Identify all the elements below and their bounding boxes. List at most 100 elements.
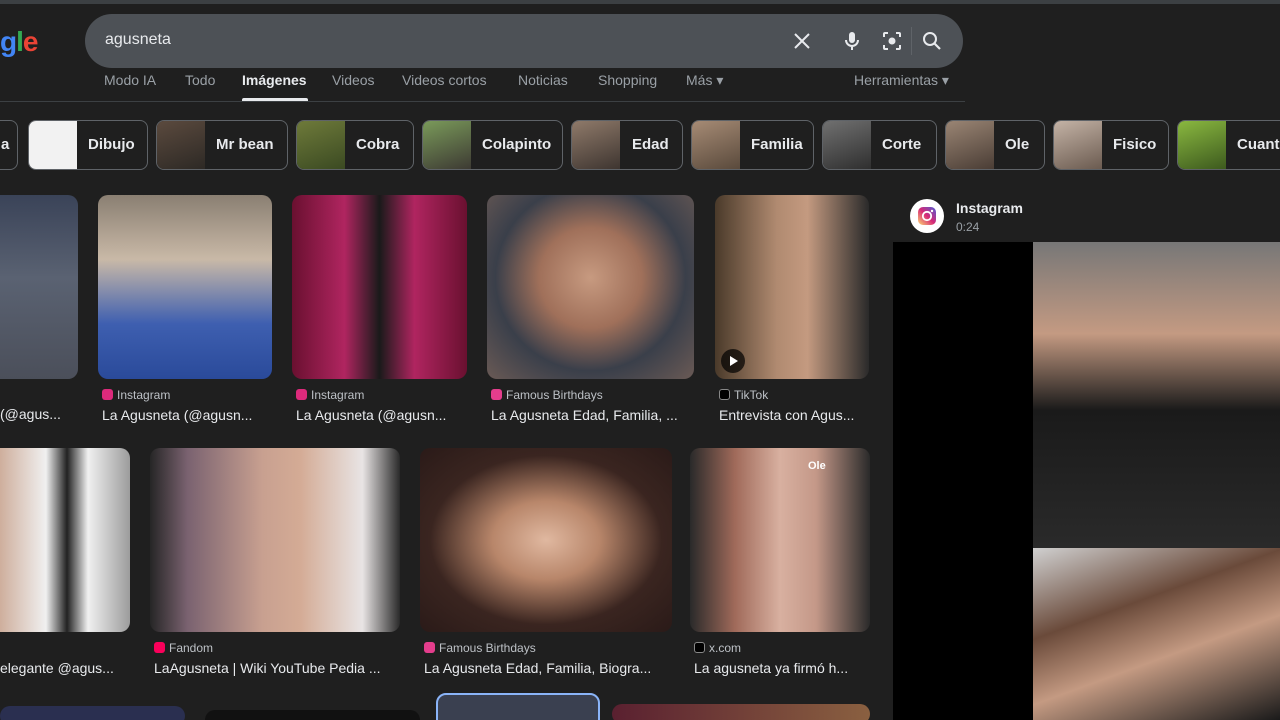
result-title[interactable]: La Agusneta Edad, Familia, Biogra... [424,660,651,676]
result-source: Famous Birthdays [491,388,603,402]
instagram-icon [102,389,113,400]
result-title[interactable]: La Agusneta (@agusn... [296,407,446,423]
tiktok-icon [719,389,730,400]
tools-button[interactable]: Herramientas ▾ [854,72,949,89]
tab-videos-cortos[interactable]: Videos cortos [402,72,487,88]
result-source: x.com [694,641,741,655]
result-image[interactable] [205,710,420,720]
result-image[interactable] [98,195,272,379]
result-title[interactable]: La Agusneta (@agusn... [102,407,252,423]
search-bar[interactable]: agusneta [85,14,963,68]
close-icon[interactable] [790,29,814,53]
instagram-icon [918,207,936,225]
result-title[interactable]: La Agusneta Edad, Familia, ... [491,407,678,423]
chip-thumbnail [946,121,994,169]
chip-thumbnail [297,121,345,169]
instagram-icon [296,389,307,400]
result-title[interactable]: (@agus... [0,406,61,422]
chip-edad[interactable]: Edad [571,120,683,170]
result-card[interactable]: (@agus... [0,195,78,425]
google-logo[interactable]: gle [0,26,38,58]
chip-thumbnail [157,121,205,169]
chip-fisico[interactable]: Fisico [1053,120,1169,170]
result-image[interactable] [0,195,78,379]
result-card[interactable]: TikTok Entrevista con Agus... [715,195,869,425]
result-card[interactable]: Instagram La Agusneta (@agusn... [98,195,272,425]
result-card-selected[interactable] [436,693,600,720]
tab-imagenes[interactable]: Imágenes [242,72,307,88]
chip-thumbnail [823,121,871,169]
result-card[interactable] [0,706,185,720]
search-tabs: Modo IA Todo Imágenes Videos Videos cort… [0,68,965,102]
result-image[interactable] [715,195,869,379]
lens-icon[interactable] [880,29,904,53]
source-name[interactable]: Instagram [956,200,1023,216]
tabs-divider [0,101,965,102]
result-card[interactable] [612,704,870,720]
fandom-icon [154,642,165,653]
chip-cuanto[interactable]: Cuanto [1177,120,1280,170]
result-image[interactable] [612,704,870,720]
result-card[interactable]: elegante @agus... [0,448,130,680]
tab-videos[interactable]: Videos [332,72,375,88]
result-image[interactable] [0,448,130,632]
result-title[interactable]: Entrevista con Agus... [719,407,854,423]
result-image[interactable] [487,195,694,379]
source-avatar[interactable] [910,199,944,233]
play-icon [721,349,745,373]
result-image[interactable] [436,693,600,720]
result-card[interactable] [205,710,420,720]
video-preview[interactable] [893,242,1280,720]
chip-partial[interactable]: a [0,120,18,170]
mic-icon[interactable] [840,29,864,53]
result-image[interactable] [0,706,185,720]
result-card[interactable]: Famous Birthdays La Agusneta Edad, Famil… [487,195,694,425]
chip-thumbnail [1178,121,1226,169]
chip-thumbnail [1054,121,1102,169]
search-input[interactable]: agusneta [105,31,171,49]
result-source: Famous Birthdays [424,641,536,655]
result-title[interactable]: La agusneta ya firmó h... [694,660,848,676]
result-image[interactable]: Ole [690,448,870,632]
top-border [0,0,1280,4]
chip-cobra[interactable]: Cobra [296,120,414,170]
result-image[interactable] [292,195,467,379]
x-icon [694,642,705,653]
result-title[interactable]: LaAgusneta | Wiki YouTube Pedia ... [154,660,381,676]
result-source: Instagram [296,388,364,402]
result-source: Fandom [154,641,213,655]
result-card[interactable]: Ole x.com La agusneta ya firmó h... [690,448,870,680]
chip-corte[interactable]: Corte [822,120,937,170]
chip-dibujo[interactable]: Dibujo [28,120,148,170]
chip-familia[interactable]: Familia [691,120,814,170]
chip-thumbnail [692,121,740,169]
result-title[interactable]: elegante @agus... [0,660,114,676]
video-frame-top [1033,242,1280,548]
tab-mas[interactable]: Más ▾ [686,72,723,89]
chip-ole[interactable]: Ole [945,120,1045,170]
tab-noticias[interactable]: Noticias [518,72,568,88]
tab-shopping[interactable]: Shopping [598,72,657,88]
result-card[interactable]: Fandom LaAgusneta | Wiki YouTube Pedia .… [150,448,400,680]
famous-birthdays-icon [491,389,502,400]
tab-modo-ia[interactable]: Modo IA [104,72,156,88]
chip-thumbnail [572,121,620,169]
famous-birthdays-icon [424,642,435,653]
tab-todo[interactable]: Todo [185,72,215,88]
preview-panel: Instagram 0:24 [893,184,1280,720]
result-image[interactable] [150,448,400,632]
result-source: TikTok [719,388,768,402]
chip-mr-bean[interactable]: Mr bean [156,120,288,170]
result-card[interactable]: Instagram La Agusneta (@agusn... [292,195,467,425]
video-frame-bottom [1033,548,1280,720]
search-icon[interactable] [920,29,944,53]
result-image[interactable] [420,448,672,632]
chip-thumbnail [423,121,471,169]
search-divider [911,27,912,55]
video-duration: 0:24 [956,220,980,234]
ole-overlay-label: Ole [808,460,826,472]
related-chips: a Dibujo Mr bean Cobra Colapinto Edad Fa… [0,120,1280,172]
result-source: Instagram [102,388,170,402]
chip-colapinto[interactable]: Colapinto [422,120,563,170]
result-card[interactable]: Famous Birthdays La Agusneta Edad, Famil… [420,448,672,680]
